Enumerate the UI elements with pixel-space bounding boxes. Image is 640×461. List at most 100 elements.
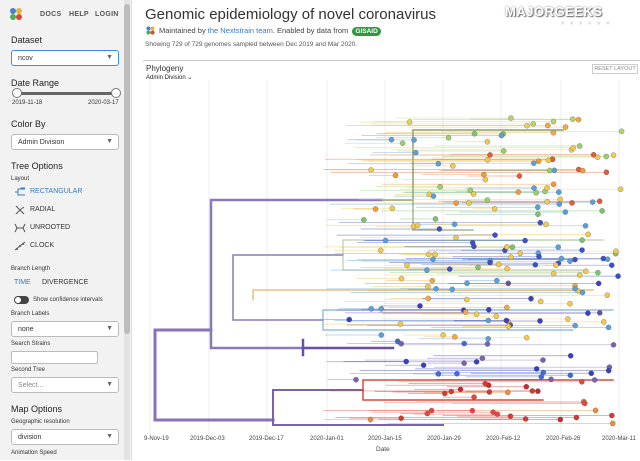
tree-tip[interactable] bbox=[457, 386, 464, 393]
tree-tip[interactable] bbox=[484, 139, 491, 145]
tree-tip[interactable] bbox=[509, 244, 516, 250]
unrooted-layout-icon[interactable] bbox=[14, 223, 26, 233]
radial-layout-icon[interactable] bbox=[14, 205, 26, 215]
layout-rectangular-option[interactable]: RECTANGULAR bbox=[30, 188, 82, 195]
tree-tip[interactable] bbox=[437, 184, 443, 190]
tree-tip[interactable] bbox=[389, 205, 396, 211]
tree-tip[interactable] bbox=[346, 316, 352, 323]
date-range-start-handle[interactable] bbox=[12, 88, 22, 98]
tree-tip[interactable] bbox=[537, 219, 544, 226]
tree-tip[interactable] bbox=[536, 253, 542, 260]
tree-tip[interactable] bbox=[610, 342, 617, 348]
tree-tip[interactable] bbox=[397, 321, 404, 327]
tree-tip[interactable] bbox=[550, 270, 557, 277]
tree-tip[interactable] bbox=[577, 272, 583, 278]
tree-tip[interactable] bbox=[484, 341, 491, 347]
tree-tip[interactable] bbox=[572, 256, 578, 263]
tree-tip[interactable] bbox=[466, 200, 472, 206]
tree-tip[interactable] bbox=[432, 216, 439, 222]
tree-tip[interactable] bbox=[523, 383, 530, 390]
tree-tip[interactable] bbox=[531, 185, 537, 191]
tree-tip[interactable] bbox=[449, 286, 455, 293]
tree-tip[interactable] bbox=[572, 285, 578, 292]
phylogeny-tree[interactable] bbox=[143, 80, 640, 435]
tree-tip[interactable] bbox=[481, 171, 487, 178]
tree-tip[interactable] bbox=[556, 201, 563, 207]
tree-tip[interactable] bbox=[537, 318, 543, 324]
search-strains-input[interactable] bbox=[11, 351, 98, 364]
geographic-resolution-select[interactable]: division ▼ bbox=[11, 429, 119, 445]
tree-tip[interactable] bbox=[500, 148, 507, 154]
branch-labels-select[interactable]: none ▼ bbox=[11, 321, 119, 337]
tree-tip[interactable] bbox=[504, 244, 510, 250]
tree-tip[interactable] bbox=[601, 319, 607, 325]
tree-tip[interactable] bbox=[508, 115, 514, 121]
tree-tip[interactable] bbox=[430, 256, 436, 263]
tree-tip[interactable] bbox=[579, 247, 585, 253]
date-range-end-handle[interactable] bbox=[111, 88, 121, 98]
tree-tip[interactable] bbox=[545, 157, 552, 164]
tree-tip[interactable] bbox=[428, 407, 435, 414]
tree-tip[interactable] bbox=[548, 376, 554, 383]
tree-tip[interactable] bbox=[517, 250, 523, 257]
tree-tip[interactable] bbox=[535, 388, 541, 394]
tree-tip[interactable] bbox=[544, 185, 550, 191]
tree-tip[interactable] bbox=[546, 167, 553, 174]
tree-tip[interactable] bbox=[445, 134, 452, 141]
tree-tip[interactable] bbox=[378, 306, 385, 312]
tree-tip[interactable] bbox=[403, 358, 409, 365]
tree-tip[interactable] bbox=[505, 389, 511, 396]
tree-tip[interactable] bbox=[442, 390, 448, 397]
tree-tip[interactable] bbox=[605, 324, 612, 331]
tree-tip[interactable] bbox=[448, 388, 455, 395]
tree-tip[interactable] bbox=[425, 295, 432, 302]
tree-tip[interactable] bbox=[583, 268, 589, 275]
tree-tip[interactable] bbox=[603, 169, 610, 176]
tree-tip[interactable] bbox=[562, 124, 569, 130]
tree-tip[interactable] bbox=[503, 317, 510, 324]
tree-tip[interactable] bbox=[522, 416, 529, 422]
tree-tip[interactable] bbox=[392, 172, 399, 179]
tree-tip[interactable] bbox=[451, 221, 458, 228]
tree-tip[interactable] bbox=[469, 407, 476, 414]
tree-tip[interactable] bbox=[585, 310, 591, 316]
nextstrain-logo-icon[interactable] bbox=[8, 6, 24, 22]
tree-tip[interactable] bbox=[436, 226, 443, 232]
tree-tip[interactable] bbox=[567, 258, 573, 264]
tree-tip[interactable] bbox=[485, 317, 492, 324]
tree-tip[interactable] bbox=[609, 412, 615, 419]
tree-tip[interactable] bbox=[597, 310, 603, 316]
tree-tip[interactable] bbox=[599, 208, 605, 214]
sidebar-scrollbar-thumb[interactable] bbox=[124, 4, 130, 334]
reset-layout-button[interactable]: RESET LAYOUT bbox=[592, 64, 638, 74]
tree-tip[interactable] bbox=[475, 264, 481, 271]
tree-tip[interactable] bbox=[494, 411, 501, 417]
tree-tip[interactable] bbox=[463, 296, 470, 303]
layout-unrooted-option[interactable]: UNROOTED bbox=[30, 224, 70, 231]
tree-tip[interactable] bbox=[435, 371, 442, 377]
tree-tip[interactable] bbox=[454, 370, 460, 377]
help-link[interactable]: HELP bbox=[69, 11, 89, 18]
tree-tip[interactable] bbox=[404, 262, 410, 268]
tree-tip[interactable] bbox=[471, 130, 478, 137]
tree-tip[interactable] bbox=[367, 416, 374, 423]
tree-tip[interactable] bbox=[579, 237, 585, 243]
tree-tip[interactable] bbox=[565, 316, 571, 322]
date-range-slider[interactable] bbox=[15, 92, 115, 95]
tree-tip[interactable] bbox=[617, 186, 624, 192]
tree-tip[interactable] bbox=[461, 340, 467, 347]
tree-tip[interactable] bbox=[537, 298, 544, 305]
tree-tip[interactable] bbox=[482, 176, 489, 183]
tree-tip[interactable] bbox=[569, 200, 575, 206]
tree-tip[interactable] bbox=[420, 362, 427, 368]
tree-tip[interactable] bbox=[485, 336, 491, 342]
tree-tip[interactable] bbox=[492, 232, 498, 238]
tree-tip[interactable] bbox=[609, 420, 616, 427]
tree-tip[interactable] bbox=[596, 198, 603, 205]
confidence-intervals-toggle[interactable] bbox=[14, 296, 29, 304]
tree-tip[interactable] bbox=[535, 211, 541, 217]
tree-tip[interactable] bbox=[532, 262, 539, 268]
tree-tip[interactable] bbox=[523, 334, 530, 341]
tree-tip[interactable] bbox=[581, 400, 588, 406]
tree-tip[interactable] bbox=[464, 280, 470, 287]
